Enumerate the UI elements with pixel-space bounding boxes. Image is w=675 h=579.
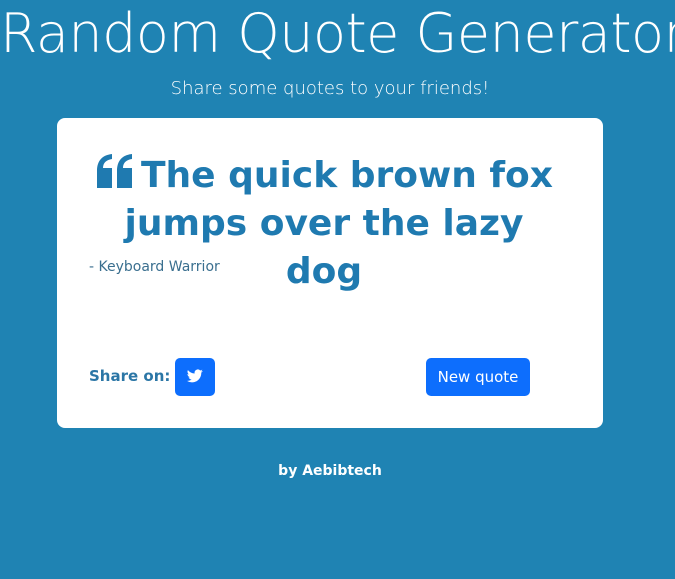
share-section: Share on: <box>89 358 216 396</box>
page: Random Quote Generator Share some quotes… <box>0 0 675 579</box>
twitter-icon <box>187 368 204 387</box>
footer-credit: by Aebibtech <box>278 463 382 479</box>
page-subtitle: Share some quotes to your friends! <box>170 78 490 99</box>
quote-card: The quick brown fox jumps over the lazy … <box>57 118 603 428</box>
page-title: Random Quote Generator <box>0 2 675 65</box>
twitter-share-button[interactable] <box>175 358 216 396</box>
new-quote-button[interactable]: New quote <box>426 358 530 396</box>
quote-left-icon <box>95 153 135 189</box>
quote-author: - Keyboard Warrior <box>89 259 220 275</box>
share-label: Share on: <box>89 367 171 385</box>
